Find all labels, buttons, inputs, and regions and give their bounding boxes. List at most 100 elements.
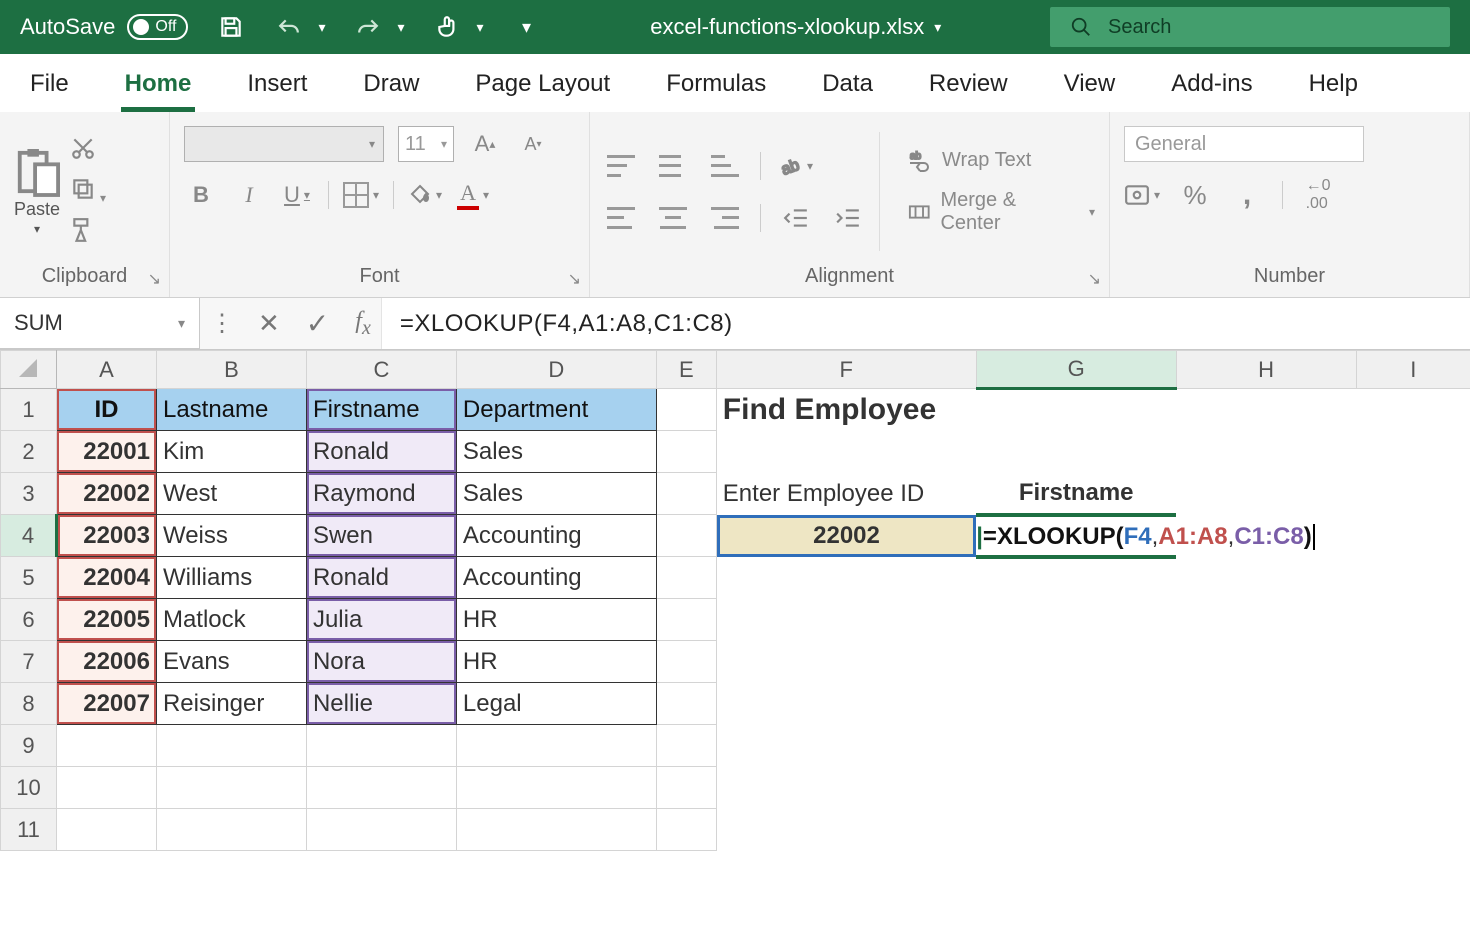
cell-c4[interactable]: Swen [306, 515, 456, 557]
cell-c5[interactable]: Ronald [306, 557, 456, 599]
tab-insert[interactable]: Insert [243, 60, 311, 112]
cell-a11[interactable] [56, 809, 156, 851]
format-painter-icon[interactable] [70, 217, 106, 248]
cell-c3[interactable]: Raymond [306, 473, 456, 515]
redo-icon[interactable] [353, 12, 383, 42]
cell-h6[interactable] [1176, 599, 1356, 641]
font-name-select[interactable]: ▾ [184, 126, 384, 162]
cell-i7[interactable] [1356, 641, 1470, 683]
formula-bar-expand-icon[interactable]: ⋮ [210, 309, 232, 338]
cell-c7[interactable]: Nora [306, 641, 456, 683]
cell-g8[interactable] [976, 683, 1176, 725]
align-middle-button[interactable] [656, 149, 690, 183]
cell-h3[interactable] [1176, 473, 1356, 515]
cell-d10[interactable] [456, 767, 656, 809]
cell-i2[interactable] [1356, 431, 1470, 473]
cell-d8[interactable]: Legal [456, 683, 656, 725]
cell-e5[interactable] [656, 557, 716, 599]
cell-d5[interactable]: Accounting [456, 557, 656, 599]
font-size-select[interactable]: 11▾ [398, 126, 454, 162]
cell-i5[interactable] [1356, 557, 1470, 599]
cell-g11[interactable] [976, 809, 1176, 851]
cell-d4[interactable]: Accounting [456, 515, 656, 557]
cell-h9[interactable] [1176, 725, 1356, 767]
cell-d2[interactable]: Sales [456, 431, 656, 473]
font-dialog-launcher-icon[interactable]: ↘ [568, 269, 581, 289]
insert-function-button[interactable]: fx [355, 308, 371, 340]
cut-icon[interactable] [70, 135, 106, 166]
cell-d9[interactable] [456, 725, 656, 767]
wrap-text-button[interactable]: ab Wrap Text [908, 149, 1095, 173]
cell-f4[interactable]: 22002 [716, 515, 976, 557]
cell-d7[interactable]: HR [456, 641, 656, 683]
name-box-dropdown-icon[interactable]: ▾ [178, 315, 185, 332]
clipboard-dialog-launcher-icon[interactable]: ↘ [148, 269, 161, 289]
cell-c11[interactable] [306, 809, 456, 851]
cell-f6[interactable] [716, 599, 976, 641]
cell-c8[interactable]: Nellie [306, 683, 456, 725]
number-format-select[interactable]: General [1124, 126, 1364, 162]
row-header-9[interactable]: 9 [1, 725, 57, 767]
enter-formula-button[interactable]: ✓ [306, 307, 329, 340]
fill-color-button[interactable] [408, 178, 442, 212]
increase-indent-button[interactable] [831, 201, 865, 235]
paste-dropdown-icon[interactable]: ▾ [34, 222, 40, 236]
align-top-button[interactable] [604, 149, 638, 183]
merge-center-button[interactable]: Merge & Center ▾ [908, 189, 1095, 235]
cell-g10[interactable] [976, 767, 1176, 809]
cell-g6[interactable] [976, 599, 1176, 641]
cell-a1[interactable]: ID [56, 389, 156, 431]
align-center-button[interactable] [656, 201, 690, 235]
cell-e4[interactable] [656, 515, 716, 557]
cell-e11[interactable] [656, 809, 716, 851]
cell-e9[interactable] [656, 725, 716, 767]
cell-c9[interactable] [306, 725, 456, 767]
cell-f11[interactable] [716, 809, 976, 851]
cell-g4[interactable]: |=XLOOKUP(F4,A1:A8,C1:C8) [976, 515, 1176, 557]
qat-customize-icon[interactable]: ▾ [512, 12, 542, 42]
cell-h10[interactable] [1176, 767, 1356, 809]
align-left-button[interactable] [604, 201, 638, 235]
row-header-4[interactable]: 4 [1, 515, 57, 557]
cell-h2[interactable] [1176, 431, 1356, 473]
touch-dropdown[interactable]: ▾ [477, 19, 484, 36]
cancel-formula-button[interactable]: ✕ [258, 308, 280, 339]
cell-g3[interactable]: Firstname [976, 473, 1176, 515]
cell-i9[interactable] [1356, 725, 1470, 767]
cell-c10[interactable] [306, 767, 456, 809]
cell-h8[interactable] [1176, 683, 1356, 725]
worksheet-grid[interactable]: A B C D E F G H I 1 ID Lastname Firstnam… [0, 350, 1470, 851]
cell-a2[interactable]: 22001 [56, 431, 156, 473]
cell-i1[interactable] [1356, 389, 1470, 431]
cell-b1[interactable]: Lastname [156, 389, 306, 431]
cell-f1[interactable]: Find Employee [716, 389, 976, 431]
cell-e2[interactable] [656, 431, 716, 473]
col-header-h[interactable]: H [1176, 351, 1356, 389]
tab-review[interactable]: Review [925, 60, 1012, 112]
cell-h5[interactable] [1176, 557, 1356, 599]
cell-c6[interactable]: Julia [306, 599, 456, 641]
cell-e6[interactable] [656, 599, 716, 641]
row-header-1[interactable]: 1 [1, 389, 57, 431]
row-header-2[interactable]: 2 [1, 431, 57, 473]
cell-b3[interactable]: West [156, 473, 306, 515]
borders-button[interactable] [343, 178, 379, 212]
cell-h7[interactable] [1176, 641, 1356, 683]
tab-help[interactable]: Help [1305, 60, 1362, 112]
row-header-7[interactable]: 7 [1, 641, 57, 683]
col-header-f[interactable]: F [716, 351, 976, 389]
cell-b6[interactable]: Matlock [156, 599, 306, 641]
cell-a4[interactable]: 22003 [56, 515, 156, 557]
cell-e7[interactable] [656, 641, 716, 683]
cell-e8[interactable] [656, 683, 716, 725]
cell-b8[interactable]: Reisinger [156, 683, 306, 725]
cell-d11[interactable] [456, 809, 656, 851]
cell-a7[interactable]: 22006 [56, 641, 156, 683]
row-header-3[interactable]: 3 [1, 473, 57, 515]
select-all-corner[interactable] [1, 351, 57, 389]
alignment-dialog-launcher-icon[interactable]: ↘ [1088, 269, 1101, 289]
cell-h1[interactable] [1176, 389, 1356, 431]
tab-data[interactable]: Data [818, 60, 877, 112]
italic-button[interactable]: I [232, 178, 266, 212]
touch-mode-icon[interactable] [433, 12, 463, 42]
